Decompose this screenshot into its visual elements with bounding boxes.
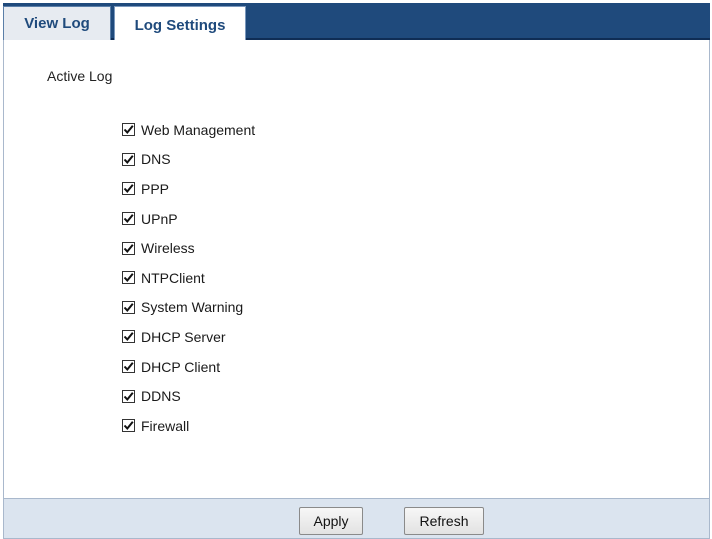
check-icon — [123, 303, 134, 312]
checkbox-ntpclient[interactable] — [122, 271, 135, 285]
check-icon — [123, 332, 134, 342]
log-label: Web Management — [141, 121, 256, 138]
button-bar: Apply Refresh — [3, 498, 710, 539]
check-icon — [123, 273, 134, 283]
log-label: Firewall — [141, 417, 190, 434]
log-label: NTPClient — [141, 269, 205, 286]
checkbox-system-warning[interactable] — [122, 300, 135, 314]
log-item-dns: DNS — [122, 145, 255, 175]
checkbox-dhcp-server[interactable] — [122, 330, 135, 344]
check-icon — [123, 362, 134, 372]
checkbox-dns[interactable] — [122, 152, 135, 166]
checkbox-wireless[interactable] — [122, 241, 135, 255]
log-label: PPP — [141, 180, 170, 197]
log-settings-panel: Active Log Web Management DNS PPP UPnP W… — [3, 40, 710, 498]
log-label: DNS — [141, 151, 171, 168]
log-item-ddns: DDNS — [122, 381, 255, 411]
log-label: UPnP — [141, 210, 178, 227]
apply-button[interactable]: Apply — [299, 507, 363, 535]
checkbox-ppp[interactable] — [122, 182, 135, 196]
tab-log-settings[interactable]: Log Settings — [114, 6, 246, 43]
tab-view-log[interactable]: View Log — [3, 6, 111, 40]
log-label: DHCP Client — [141, 358, 221, 375]
check-icon — [123, 243, 134, 253]
log-item-ppp: PPP — [122, 174, 255, 204]
log-label: Wireless — [141, 240, 195, 257]
checkbox-web-management[interactable] — [122, 123, 135, 137]
log-label: System Warning — [141, 299, 244, 316]
log-label: DHCP Server — [141, 328, 226, 345]
tab-bar: View Log Log Settings — [3, 3, 710, 43]
refresh-button[interactable]: Refresh — [404, 507, 484, 535]
checkbox-firewall[interactable] — [122, 419, 135, 433]
log-item-dhcp-server: DHCP Server — [122, 322, 255, 352]
log-item-ntpclient: NTPClient — [122, 263, 255, 293]
log-label: DDNS — [141, 388, 181, 405]
check-icon — [123, 214, 134, 224]
check-icon — [123, 421, 134, 431]
log-item-wireless: Wireless — [122, 233, 255, 263]
log-item-web-management: Web Management — [122, 115, 255, 145]
active-log-list: Web Management DNS PPP UPnP Wireless NTP… — [122, 115, 255, 441]
check-icon — [123, 155, 134, 164]
checkbox-ddns[interactable] — [122, 389, 135, 403]
check-icon — [123, 184, 134, 194]
log-item-dhcp-client: DHCP Client — [122, 352, 255, 382]
checkbox-dhcp-client[interactable] — [122, 360, 135, 374]
log-item-upnp: UPnP — [122, 204, 255, 234]
log-item-firewall: Firewall — [122, 411, 255, 441]
check-icon — [123, 391, 134, 401]
checkbox-upnp[interactable] — [122, 212, 135, 226]
check-icon — [123, 125, 134, 135]
log-settings-window: View Log Log Settings Active Log Web Man… — [0, 0, 712, 539]
log-item-system-warning: System Warning — [122, 293, 255, 323]
section-title-active-log: Active Log — [47, 68, 113, 84]
